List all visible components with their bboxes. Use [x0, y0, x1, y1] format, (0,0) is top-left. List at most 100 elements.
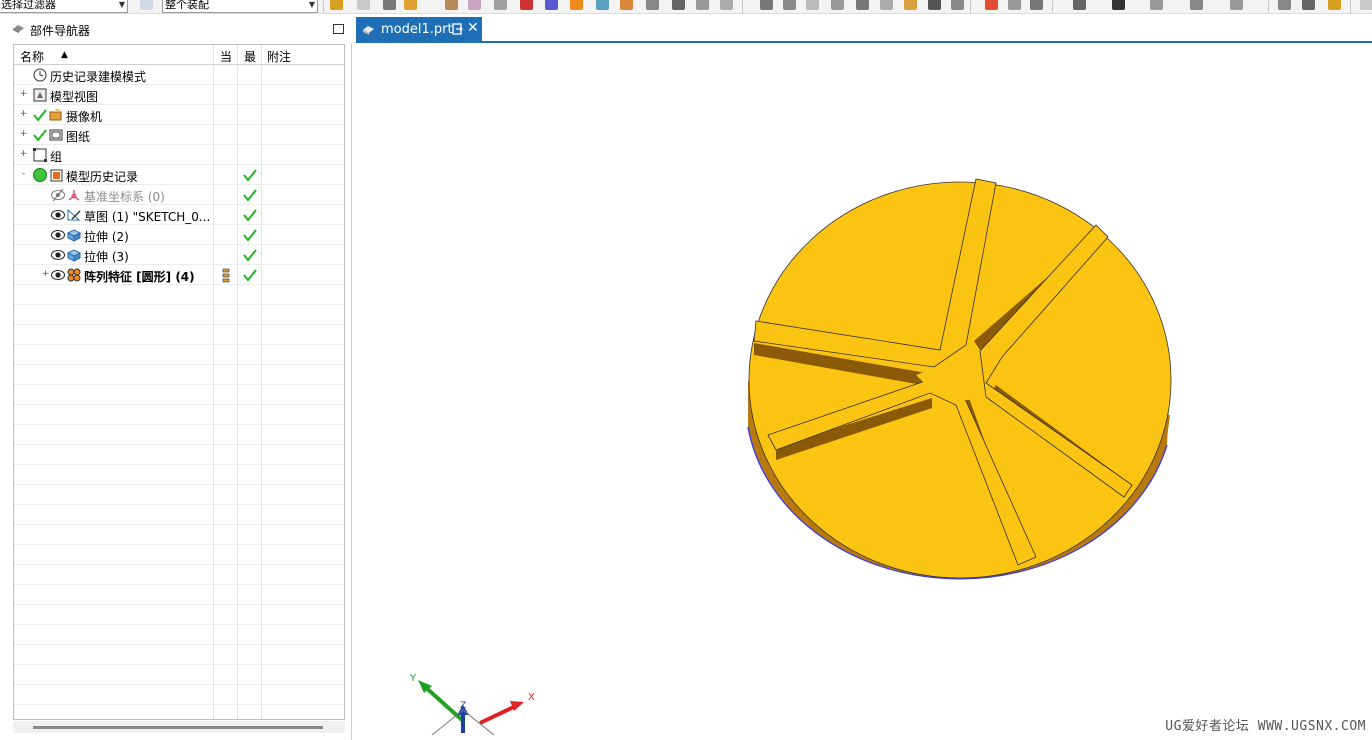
x-axis-arrow: [479, 703, 519, 725]
empty-row: [14, 485, 344, 505]
eye-icon[interactable]: [50, 247, 66, 263]
toolbar-tool-icon[interactable]: [880, 0, 893, 10]
toolbar-tool-icon[interactable]: [545, 0, 558, 10]
tree-row[interactable]: 拉伸 (3): [14, 245, 344, 265]
restore-window-icon[interactable]: [452, 23, 463, 35]
collapse-icon[interactable]: -: [19, 170, 28, 179]
horizontal-scrollbar[interactable]: [13, 721, 345, 733]
toolbar-tool-icon[interactable]: [596, 0, 609, 10]
toolbar-tool-icon[interactable]: [570, 0, 583, 10]
expand-icon[interactable]: +: [19, 130, 28, 139]
expand-icon[interactable]: +: [41, 270, 50, 279]
toolbar-tool-icon[interactable]: [904, 0, 917, 10]
toolbar-tool-icon[interactable]: [1230, 0, 1243, 10]
tree-row[interactable]: + 图纸: [14, 125, 344, 145]
z-axis-label: Z: [460, 701, 466, 711]
selection-filter-combo[interactable]: 选择过滤器 ▼: [0, 0, 128, 13]
latest-check-icon: [243, 229, 257, 242]
tree-row[interactable]: + 摄像机: [14, 105, 344, 125]
toolbar-tool-icon[interactable]: [357, 0, 370, 10]
toolbar-tool-icon[interactable]: [783, 0, 796, 10]
tree-row[interactable]: + 模型视图: [14, 85, 344, 105]
toolbar-tool-icon[interactable]: [330, 0, 343, 10]
tree-row[interactable]: 基准坐标系 (0): [14, 185, 344, 205]
tree-header: 名称 ▲ 当 最 附注: [14, 45, 344, 65]
navigator-title: 部件导航器: [30, 24, 91, 38]
tree-row-label: 基准坐标系 (0): [84, 190, 165, 204]
toolbar-tool-icon[interactable]: [1278, 0, 1291, 10]
chevron-down-icon[interactable]: ▼: [309, 0, 315, 12]
tree-row[interactable]: + 阵列特征 [圆形] (4): [14, 265, 344, 285]
toolbar-separator: [742, 0, 743, 13]
empty-row: [14, 625, 344, 645]
toolbar-tool-icon[interactable]: [383, 0, 396, 10]
toolbar-tool-icon[interactable]: [856, 0, 869, 10]
hidden-eye-icon[interactable]: [50, 187, 66, 203]
clock-icon: [33, 68, 47, 82]
tree-row-label: 历史记录建模模式: [50, 70, 147, 84]
toolbar-tool-icon[interactable]: [1302, 0, 1315, 10]
tab-model1[interactable]: model1.prt ✕: [356, 17, 482, 43]
scrollbar-thumb[interactable]: [33, 726, 323, 729]
tree-row[interactable]: 历史记录建模模式: [14, 65, 344, 85]
column-latest-header[interactable]: 最: [244, 48, 256, 65]
toolbar-tool-icon[interactable]: [468, 0, 481, 10]
latest-check-icon: [243, 249, 257, 262]
toolbar-tool-icon[interactable]: [1150, 0, 1163, 10]
tree-row[interactable]: 拉伸 (2): [14, 225, 344, 245]
latest-check-icon: [243, 169, 257, 182]
toolbar-tool-icon[interactable]: [404, 0, 417, 10]
toolbar-tool-icon[interactable]: [646, 0, 659, 10]
toolbar-tool-icon[interactable]: [1328, 0, 1341, 10]
latest-check-icon: [243, 189, 257, 202]
datum-csys-icon: [68, 190, 80, 201]
maximize-icon[interactable]: [333, 24, 344, 34]
column-name-header[interactable]: 名称: [20, 48, 44, 65]
toolbar-tool-icon[interactable]: [1008, 0, 1021, 10]
toolbar-tool-icon[interactable]: [620, 0, 633, 10]
toolbar-tool-icon[interactable]: [720, 0, 733, 10]
toolbar-tool-icon[interactable]: [951, 0, 964, 10]
toolbar-separator: [1268, 0, 1269, 13]
toolbar-tool-icon[interactable]: [672, 0, 685, 10]
toolbar-tool-icon[interactable]: [1360, 0, 1372, 10]
part-navigator-icon: [13, 25, 24, 33]
toolbar-tool-icon[interactable]: [445, 0, 458, 10]
close-icon[interactable]: ✕: [467, 20, 479, 36]
expand-icon[interactable]: +: [19, 110, 28, 119]
empty-row: [14, 305, 344, 325]
model-3d-view[interactable]: [356, 45, 1372, 740]
chevron-down-icon[interactable]: ▼: [119, 0, 125, 12]
toolbar-tool-icon[interactable]: [1112, 0, 1125, 10]
x-axis-label: X: [528, 692, 535, 703]
extrude-icon: [66, 249, 82, 262]
eye-icon[interactable]: [50, 207, 66, 223]
tree-row[interactable]: 草图 (1) "SKETCH_0...: [14, 205, 344, 225]
column-comment-header[interactable]: 附注: [267, 48, 291, 65]
expand-icon[interactable]: +: [19, 150, 28, 159]
tree-row[interactable]: - 模型历史记录: [14, 165, 344, 185]
eye-icon[interactable]: [50, 227, 66, 243]
toolbar-tool-icon[interactable]: [985, 0, 998, 10]
toolbar-tool-icon[interactable]: [520, 0, 533, 10]
toolbar-tool-icon[interactable]: [928, 0, 941, 10]
toolbar-tool-icon[interactable]: [806, 0, 819, 10]
empty-row: [14, 365, 344, 385]
column-current-header[interactable]: 当: [220, 48, 232, 65]
empty-row: [14, 385, 344, 405]
tree-row[interactable]: + 组: [14, 145, 344, 165]
selection-scope-combo[interactable]: 整个装配 ▼: [162, 0, 318, 13]
toolbar-tool-icon[interactable]: [1190, 0, 1203, 10]
expand-icon[interactable]: +: [19, 90, 28, 99]
graphics-window[interactable]: Y X Z UG爱好者论坛 WWW.UGSNX.COM: [356, 45, 1372, 740]
toolbar-tool-icon[interactable]: [1073, 0, 1086, 10]
toolbar-tool-icon[interactable]: [696, 0, 709, 10]
toolbar-tool-icon[interactable]: [760, 0, 773, 10]
toolbar-tool-icon[interactable]: [1030, 0, 1043, 10]
active-status-icon: [33, 168, 47, 182]
scope-icon: [140, 0, 153, 10]
watermark-text: UG爱好者论坛 WWW.UGSNX.COM: [1165, 719, 1366, 734]
toolbar-tool-icon[interactable]: [494, 0, 507, 10]
toolbar-tool-icon[interactable]: [831, 0, 844, 10]
eye-icon[interactable]: [50, 267, 66, 283]
